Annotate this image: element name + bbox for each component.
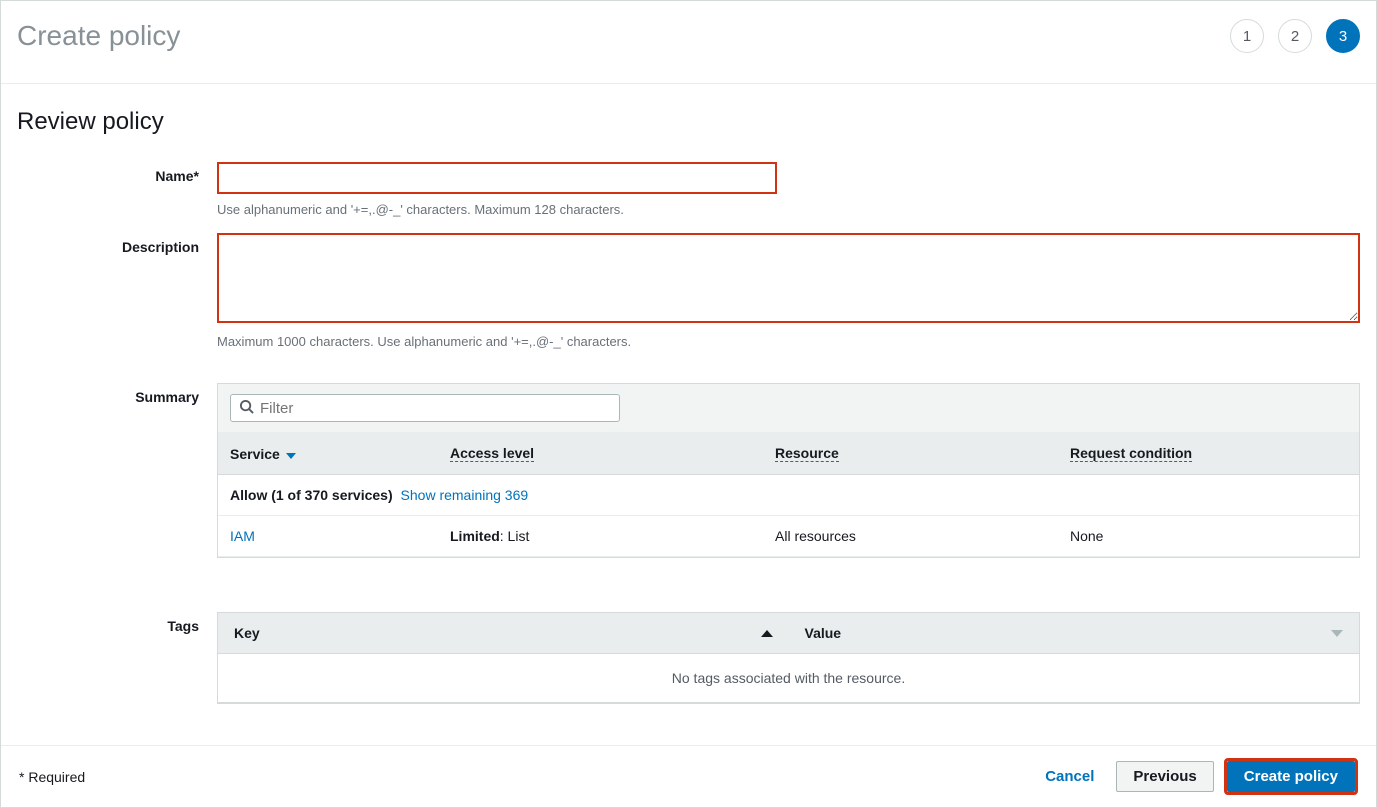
name-label: Name*	[17, 162, 217, 217]
wizard-steps: 1 2 3	[1230, 19, 1360, 53]
summary-row-iam: IAM Limited: List All resources None	[218, 516, 1359, 557]
col-access-label: Access level	[450, 445, 534, 462]
filter-input-wrap[interactable]	[230, 394, 620, 422]
col-service-label: Service	[230, 446, 280, 462]
page-title: Create policy	[17, 20, 180, 52]
step-3[interactable]: 3	[1326, 19, 1360, 53]
tags-label: Tags	[17, 612, 217, 704]
description-control: Maximum 1000 characters. Use alphanumeri…	[217, 233, 1360, 349]
footer-actions: Cancel Previous Create policy	[1033, 758, 1358, 795]
search-icon	[239, 399, 260, 417]
tags-empty-text: No tags associated with the resource.	[218, 654, 1359, 703]
summary-filter-bar	[218, 384, 1359, 433]
footer: * Required Cancel Previous Create policy	[1, 745, 1376, 807]
col-access[interactable]: Access level	[438, 433, 763, 474]
row-tags: Tags Key Value No tags associated with t…	[17, 612, 1360, 704]
tags-head: Key Value	[218, 613, 1359, 654]
name-hint: Use alphanumeric and '+=,.@-_' character…	[217, 202, 1360, 217]
page-container: Create policy 1 2 3 Review policy Name* …	[0, 0, 1377, 808]
previous-button[interactable]: Previous	[1116, 761, 1213, 792]
resource-cell: All resources	[763, 516, 1058, 556]
name-input[interactable]	[217, 162, 777, 194]
sort-desc-icon	[1331, 630, 1343, 637]
col-resource[interactable]: Resource	[763, 433, 1058, 474]
sort-asc-icon	[761, 630, 773, 637]
col-condition[interactable]: Request condition	[1058, 433, 1359, 474]
tags-col-key[interactable]: Key	[218, 613, 789, 653]
allow-text: Allow (1 of 370 services)	[230, 487, 393, 503]
show-remaining-link[interactable]: Show remaining 369	[401, 487, 529, 503]
access-rest: : List	[500, 528, 530, 544]
row-summary: Summary	[17, 383, 1360, 558]
filter-input[interactable]	[260, 400, 611, 417]
required-note: * Required	[19, 769, 85, 785]
step-1[interactable]: 1	[1230, 19, 1264, 53]
tags-value-label: Value	[805, 625, 842, 641]
row-name: Name* Use alphanumeric and '+=,.@-_' cha…	[17, 162, 1360, 217]
cancel-button[interactable]: Cancel	[1033, 762, 1106, 791]
tags-key-label: Key	[234, 625, 260, 641]
form-area: Name* Use alphanumeric and '+=,.@-_' cha…	[1, 162, 1376, 704]
summary-columns: Service Access level Resource Req	[218, 433, 1359, 475]
create-button-highlight: Create policy	[1224, 758, 1358, 795]
summary-control: Service Access level Resource Req	[217, 383, 1360, 558]
service-link[interactable]: IAM	[230, 528, 255, 544]
access-cell: Limited: List	[438, 516, 763, 556]
col-condition-label: Request condition	[1070, 445, 1192, 462]
condition-cell: None	[1058, 516, 1359, 556]
name-control: Use alphanumeric and '+=,.@-_' character…	[217, 162, 1360, 217]
description-input[interactable]	[217, 233, 1360, 323]
allow-row: Allow (1 of 370 services) Show remaining…	[218, 475, 1359, 516]
tags-control: Key Value No tags associated with the re…	[217, 612, 1360, 704]
tags-panel: Key Value No tags associated with the re…	[217, 612, 1360, 704]
section-title: Review policy	[1, 84, 1376, 146]
col-service[interactable]: Service	[218, 433, 438, 474]
description-label: Description	[17, 233, 217, 349]
summary-panel: Service Access level Resource Req	[217, 383, 1360, 558]
summary-label: Summary	[17, 383, 217, 558]
create-policy-button[interactable]: Create policy	[1227, 761, 1355, 792]
tags-col-value[interactable]: Value	[789, 613, 1360, 653]
access-bold: Limited	[450, 528, 500, 544]
step-2[interactable]: 2	[1278, 19, 1312, 53]
service-cell: IAM	[218, 516, 438, 556]
sort-caret-down-icon	[286, 446, 296, 462]
header: Create policy 1 2 3	[1, 1, 1376, 84]
description-hint: Maximum 1000 characters. Use alphanumeri…	[217, 334, 1360, 349]
col-resource-label: Resource	[775, 445, 839, 462]
row-description: Description Maximum 1000 characters. Use…	[17, 233, 1360, 349]
